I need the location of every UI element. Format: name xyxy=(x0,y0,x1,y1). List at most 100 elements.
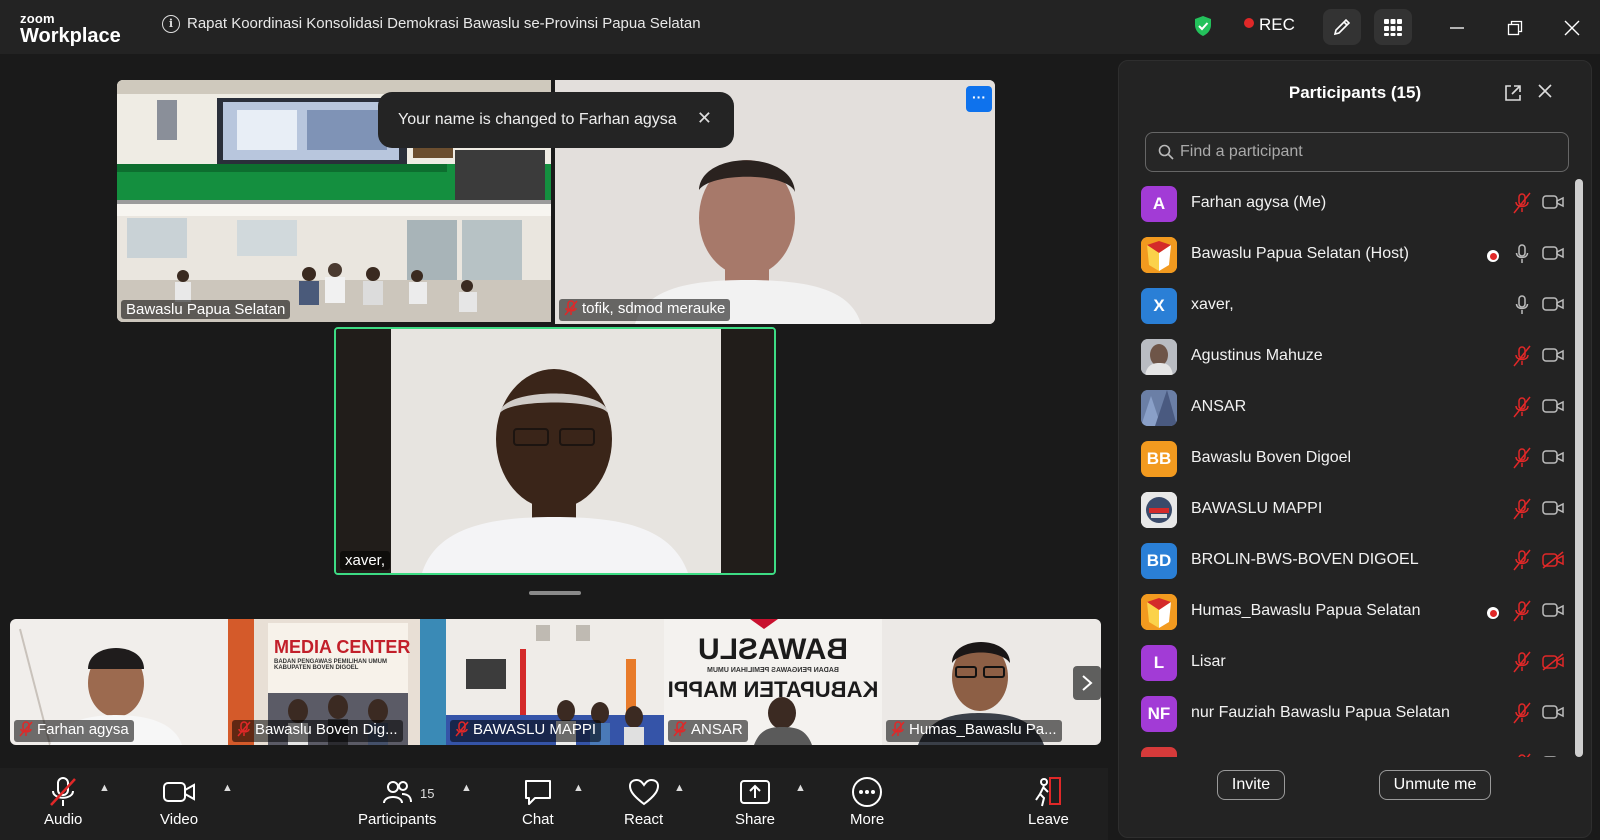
mic-icon[interactable] xyxy=(1515,244,1529,269)
participant-name-tag: Humas_Bawaslu Pa... xyxy=(886,720,1062,742)
chat-button[interactable]: Chat xyxy=(522,776,554,828)
video-camera-icon[interactable] xyxy=(1542,500,1564,521)
participant-name-tag: Bawaslu Boven Dig... xyxy=(232,720,403,742)
strip-next-button[interactable] xyxy=(1073,666,1101,700)
unmute-me-button[interactable]: Unmute me xyxy=(1379,770,1491,800)
participant-name-tag: BAWASLU MAPPI xyxy=(450,720,602,742)
leave-button[interactable]: Leave xyxy=(1028,776,1069,828)
participant-name: Humas_Bawaslu Papua Selatan xyxy=(1191,602,1421,619)
strip-tile-humas-bawaslu[interactable]: Humas_Bawaslu Pa... xyxy=(882,619,1101,745)
muted-mic-icon[interactable] xyxy=(1512,753,1532,757)
video-off-icon[interactable] xyxy=(1542,653,1564,676)
participant-name: xaver, xyxy=(1191,296,1234,313)
avatar xyxy=(1141,237,1177,273)
react-options-caret[interactable]: ▲ xyxy=(674,782,685,794)
react-button[interactable]: React xyxy=(624,776,663,828)
participants-count-badge: 15 xyxy=(420,786,435,801)
strip-tile-bawaslu-mappi[interactable]: BAWASLU MAPPI xyxy=(446,619,664,745)
share-options-caret[interactable]: ▲ xyxy=(795,782,806,794)
video-camera-icon[interactable] xyxy=(1542,296,1564,317)
muted-mic-icon[interactable] xyxy=(1512,345,1532,372)
participant-name: BROLIN-BWS-BOVEN DIGOEL xyxy=(1191,551,1419,568)
recording-indicator[interactable]: REC xyxy=(1244,15,1295,35)
participant-row[interactable]: BD BROLIN-BWS-BOVEN DIGOEL xyxy=(1119,536,1569,588)
bawaslu-banner-title: BAWASLU xyxy=(698,633,848,666)
muted-mic-icon[interactable] xyxy=(1512,702,1532,729)
participant-row[interactable]: Xxaver, xyxy=(1119,281,1569,333)
video-camera-icon[interactable] xyxy=(1542,755,1564,757)
participant-search[interactable] xyxy=(1145,132,1569,172)
participants-panel: Participants (15) AFarhan agysa (Me)Bawa… xyxy=(1118,60,1592,838)
participant-row[interactable]: ANSAR xyxy=(1119,383,1569,435)
video-camera-icon[interactable] xyxy=(1542,398,1564,419)
muted-mic-icon[interactable] xyxy=(1512,600,1532,627)
share-screen-icon xyxy=(740,780,771,804)
name-change-toast: Your name is changed to Farhan agysa ✕ xyxy=(378,92,734,148)
encryption-shield-icon[interactable] xyxy=(1193,15,1213,42)
video-camera-icon[interactable] xyxy=(1542,704,1564,725)
participant-list-scrollbar[interactable] xyxy=(1575,179,1583,759)
share-button[interactable]: Share xyxy=(735,776,775,828)
logo-text-bottom: Workplace xyxy=(20,25,121,47)
video-options-button[interactable]: ··· xyxy=(966,86,992,112)
participant-name-tag: xaver, xyxy=(340,551,391,570)
video-off-icon[interactable] xyxy=(1542,551,1564,574)
strip-tile-farhan-agysa[interactable]: Farhan agysa xyxy=(10,619,228,745)
leave-label: Leave xyxy=(1028,811,1069,828)
info-icon[interactable]: i xyxy=(162,15,180,33)
strip-tile-ansar[interactable]: BAWASLU BADAN PENGAWAS PEMILIHAN UMUM KA… xyxy=(664,619,882,745)
video-camera-icon[interactable] xyxy=(1542,602,1564,623)
video-camera-icon[interactable] xyxy=(1542,194,1564,215)
muted-mic-icon[interactable] xyxy=(1512,396,1532,423)
popout-icon xyxy=(1505,85,1521,101)
toast-close-icon[interactable]: ✕ xyxy=(697,108,712,129)
muted-mic-icon xyxy=(891,721,905,741)
participants-button[interactable]: Participants xyxy=(358,776,436,828)
annotate-button[interactable] xyxy=(1323,9,1361,45)
participant-video-feed xyxy=(336,329,774,573)
more-button[interactable]: More xyxy=(850,776,884,828)
grid-apps-icon xyxy=(1384,19,1402,36)
invite-button[interactable]: Invite xyxy=(1217,770,1285,800)
bawaslu-banner-subtitle: BADAN PENGAWAS PEMILIHAN UMUM xyxy=(707,667,839,674)
audio-button[interactable]: Audio xyxy=(44,776,82,828)
participant-row[interactable]: BB Bawaslu Boven Digoel xyxy=(1119,434,1569,486)
name-label: BAWASLU MAPPI xyxy=(473,721,597,738)
muted-mic-icon[interactable] xyxy=(1512,498,1532,525)
scrollbar-thumb[interactable] xyxy=(1575,179,1583,757)
participant-row[interactable]: A Farhan agysa (Me) xyxy=(1119,179,1569,231)
avatar xyxy=(1141,492,1177,528)
audio-options-caret[interactable]: ▲ xyxy=(99,782,110,794)
restore-button[interactable] xyxy=(1503,16,1527,40)
close-window-button[interactable] xyxy=(1560,16,1584,40)
video-camera-icon[interactable] xyxy=(1542,449,1564,470)
close-panel-button[interactable] xyxy=(1537,83,1553,104)
video-options-caret[interactable]: ▲ xyxy=(222,782,233,794)
participant-row[interactable]: Bawaslu Papua Selatan (Host) xyxy=(1119,230,1569,282)
video-camera-icon[interactable] xyxy=(1542,245,1564,266)
meeting-title: Rapat Koordinasi Konsolidasi Demokrasi B… xyxy=(187,15,701,32)
participant-row[interactable]: L Lisar xyxy=(1119,638,1569,690)
chat-options-caret[interactable]: ▲ xyxy=(573,782,584,794)
muted-mic-icon[interactable] xyxy=(1512,651,1532,678)
strip-tile-bawaslu-boven-digoel[interactable]: MEDIA CENTER BADAN PENGAWAS PEMILIHAN UM… xyxy=(228,619,446,745)
participant-row[interactable]: Humas_Bawaslu Papua Selatan xyxy=(1119,587,1569,639)
muted-mic-icon[interactable] xyxy=(1512,192,1532,219)
muted-mic-icon[interactable] xyxy=(1512,447,1532,474)
participant-row[interactable]: BAWASLU MAPPI xyxy=(1119,485,1569,537)
muted-mic-icon[interactable] xyxy=(1512,549,1532,576)
popout-panel-button[interactable] xyxy=(1503,83,1523,108)
minimize-button[interactable] xyxy=(1445,16,1469,40)
video-button[interactable]: Video xyxy=(160,776,198,828)
video-camera-icon[interactable] xyxy=(1542,347,1564,368)
mic-icon[interactable] xyxy=(1515,295,1529,320)
participant-row[interactable]: NF nur Fauziah Bawaslu Papua Selatan xyxy=(1119,689,1569,741)
search-input[interactable] xyxy=(1180,143,1560,161)
participants-options-caret[interactable]: ▲ xyxy=(461,782,472,794)
video-tile-xaver-active-speaker[interactable]: xaver, xyxy=(334,327,776,575)
muted-mic-icon xyxy=(673,721,687,741)
participant-row[interactable] xyxy=(1119,740,1569,757)
apps-button[interactable] xyxy=(1374,9,1412,45)
gallery-resize-handle[interactable] xyxy=(529,591,581,595)
participant-row[interactable]: Agustinus Mahuze xyxy=(1119,332,1569,384)
